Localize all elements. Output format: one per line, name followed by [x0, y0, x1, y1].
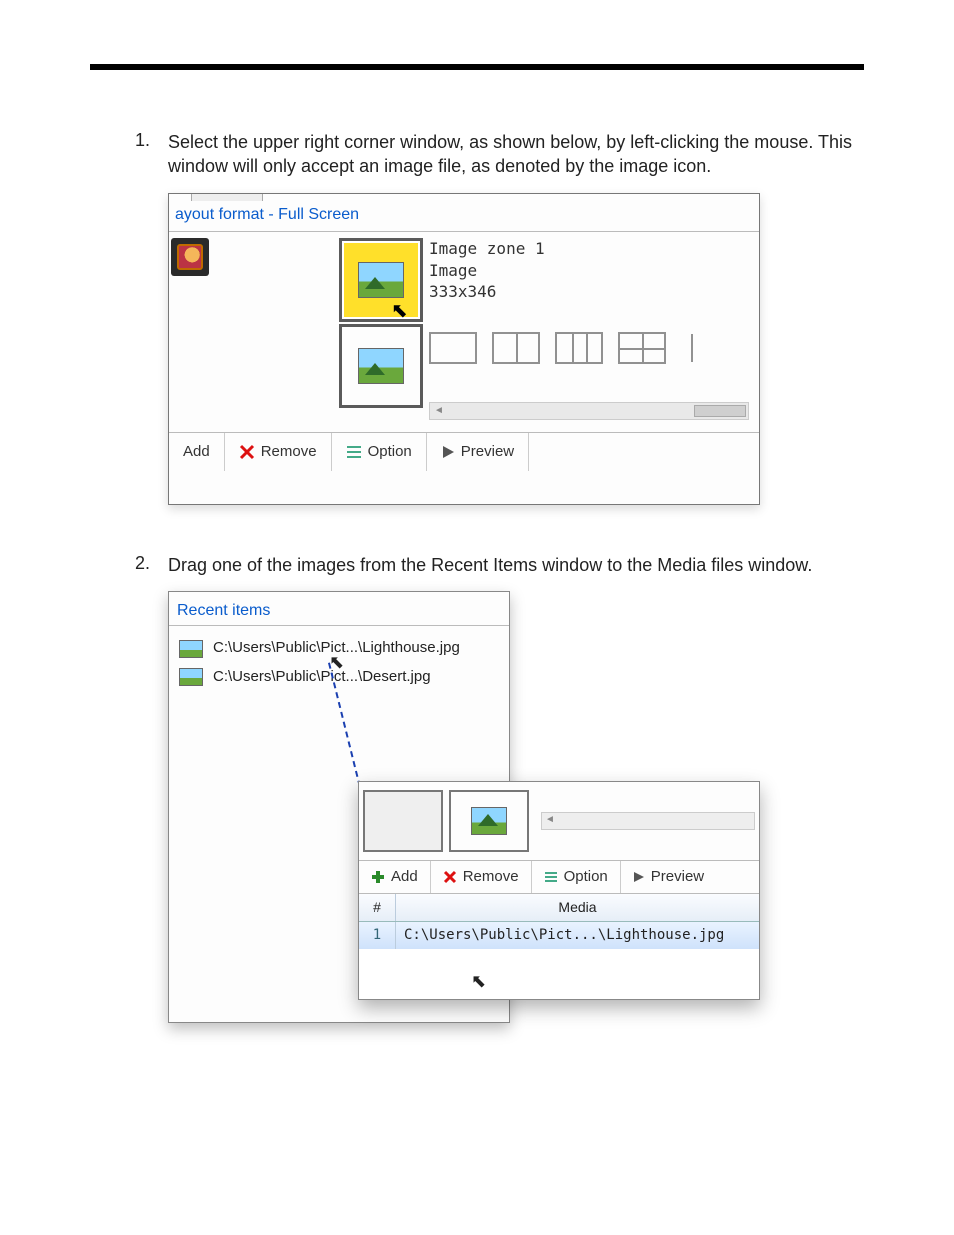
recent-item-path: C:\Users\Public\Pict...\Desert.jpg [213, 667, 431, 687]
layout-grid-icon[interactable] [618, 332, 666, 364]
preview-button[interactable]: Preview [427, 433, 529, 471]
media-table-row[interactable]: 1 C:\Users\Public\Pict...\Lighthouse.jpg [359, 922, 759, 949]
horizontal-scrollbar[interactable] [541, 812, 755, 830]
row-path: C:\Users\Public\Pict...\Lighthouse.jpg [396, 922, 759, 949]
cursor-icon: ⬉ [471, 969, 486, 993]
media-table-header: # Media [359, 894, 759, 922]
screenshot-drag-drop: Recent items C:\Users\Public\Pict...\Lig… [168, 591, 768, 1071]
option-list-icon [544, 870, 558, 884]
drop-zone[interactable] [363, 790, 443, 852]
step-2: 2. Drag one of the images from the Recen… [90, 553, 864, 1071]
bottom-toolbar: Add Remove Option Preview [169, 432, 759, 471]
add-button[interactable]: Add [169, 433, 225, 471]
layout-preset-thumb[interactable] [171, 238, 209, 276]
layout-three-col-icon[interactable] [555, 332, 603, 364]
zone-strip [359, 782, 759, 861]
remove-x-icon [239, 444, 255, 460]
step-1: 1. Select the upper right corner window,… [90, 130, 864, 505]
picture-icon [358, 348, 404, 384]
picture-icon [179, 640, 203, 658]
play-icon [441, 445, 455, 459]
layout-more-icon[interactable] [681, 334, 693, 362]
zone-info-title: Image zone 1 [429, 238, 545, 260]
recent-items-title: Recent items [169, 592, 509, 626]
option-button[interactable]: Option [332, 433, 427, 471]
col-header-number: # [359, 894, 396, 921]
remove-button[interactable]: Remove [431, 861, 532, 893]
picture-icon [358, 262, 404, 298]
zone-info: Image zone 1 Image 333x346 [429, 238, 545, 303]
image-zone[interactable] [449, 790, 529, 852]
picture-icon [179, 668, 203, 686]
add-button[interactable]: Add [359, 861, 431, 893]
layout-single-icon[interactable] [429, 332, 477, 364]
play-icon [633, 871, 645, 883]
plus-icon [371, 870, 385, 884]
image-zone-1[interactable] [339, 238, 423, 322]
header-rule [90, 64, 864, 70]
media-toolbar: Add Remove Option [359, 861, 759, 894]
step-1-text: Select the upper right corner window, as… [168, 130, 864, 179]
media-files-panel: Add Remove Option [358, 781, 760, 1000]
option-button[interactable]: Option [532, 861, 621, 893]
layout-two-col-icon[interactable] [492, 332, 540, 364]
step-1-number: 1. [90, 130, 168, 151]
picture-icon [471, 807, 507, 835]
image-zone-2[interactable] [339, 324, 423, 408]
layout-templates [429, 332, 703, 364]
row-number: 1 [359, 922, 396, 949]
screenshot-layout-format: ayout format - Full Screen ⬉ Image zone … [168, 193, 760, 505]
preview-button[interactable]: Preview [621, 861, 716, 893]
zone-info-size: 333x346 [429, 281, 545, 303]
horizontal-scrollbar[interactable]: ◄ [429, 402, 749, 420]
step-2-number: 2. [90, 553, 168, 574]
step-2-text: Drag one of the images from the Recent I… [168, 553, 864, 577]
remove-x-icon [443, 870, 457, 884]
col-header-media: Media [396, 894, 759, 921]
layout-canvas: ⬉ Image zone 1 Image 333x346 [169, 231, 759, 432]
option-list-icon [346, 444, 362, 460]
zone-info-type: Image [429, 260, 545, 282]
window-tab-nub [191, 193, 263, 201]
remove-button[interactable]: Remove [225, 433, 332, 471]
